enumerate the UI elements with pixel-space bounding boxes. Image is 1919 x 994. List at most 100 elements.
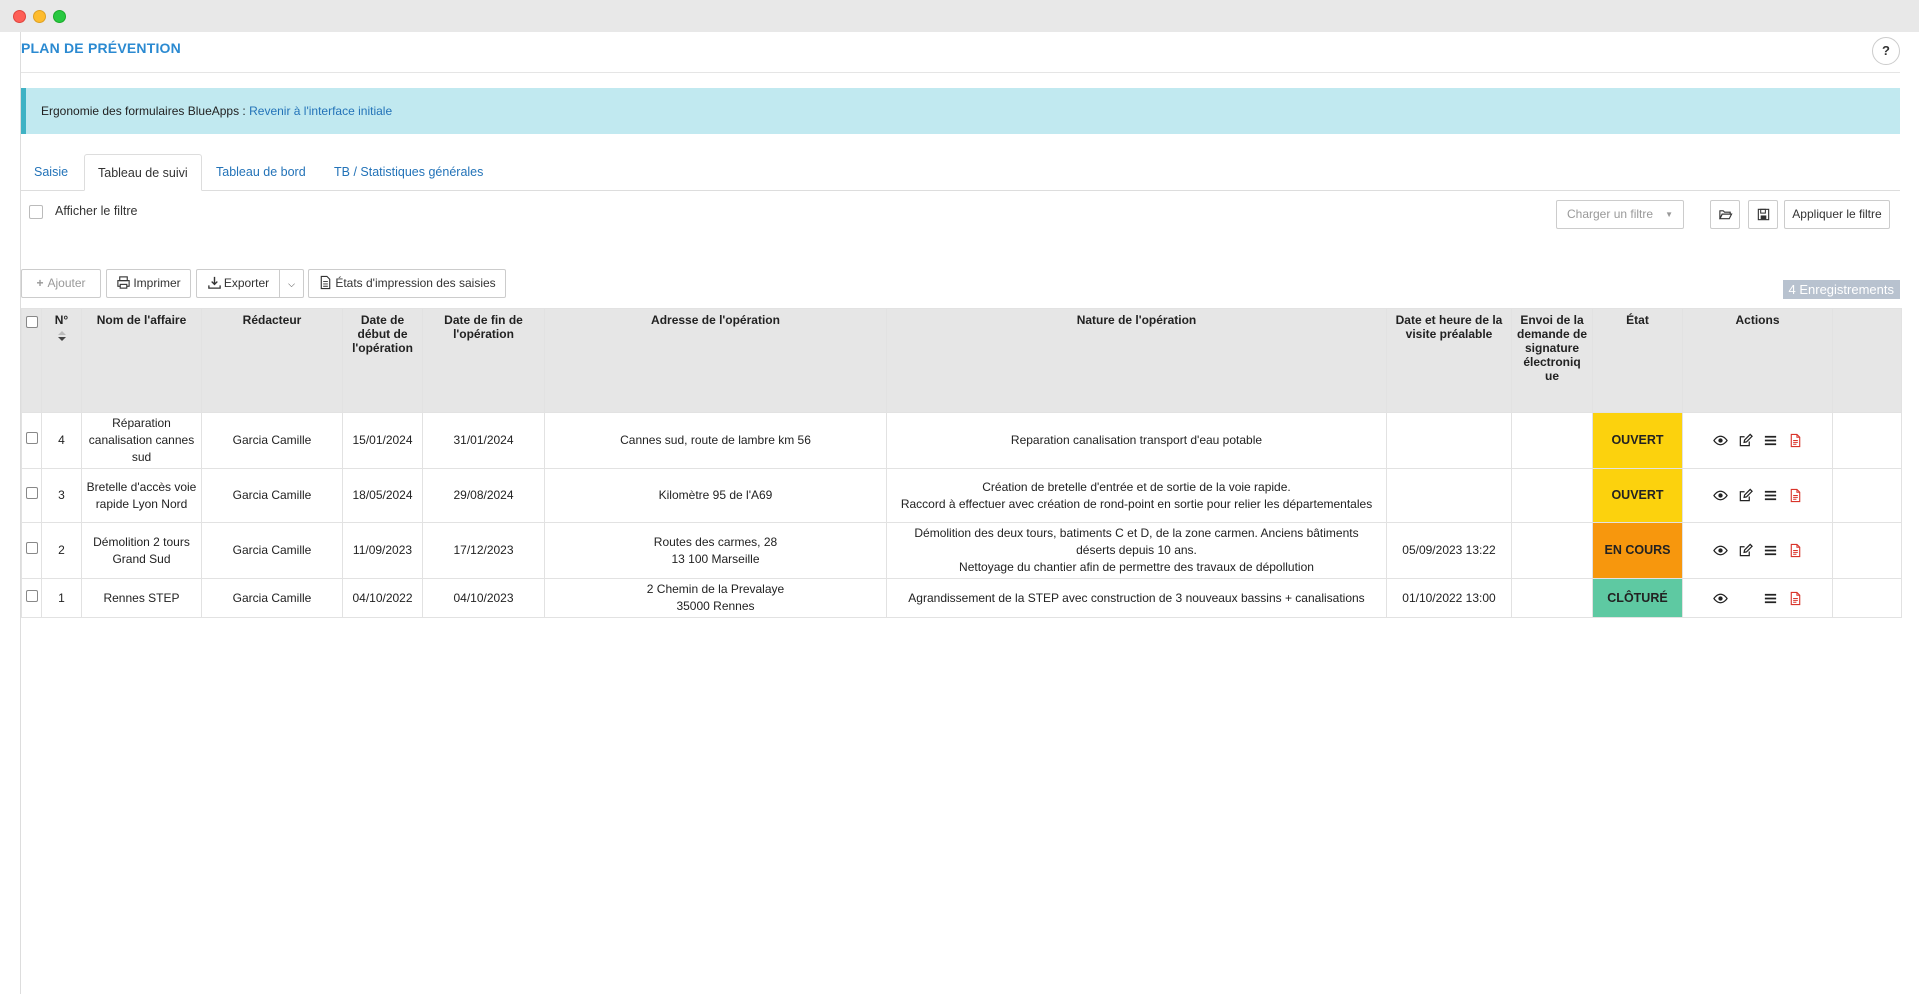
maximize-window-button[interactable]: [53, 10, 66, 23]
cell-start-date: 15/01/2024: [342, 412, 423, 469]
column-header-address[interactable]: Adresse de l'opération: [544, 308, 887, 413]
chevron-down-icon: ⌵: [288, 279, 295, 289]
pdf-icon[interactable]: [1788, 543, 1803, 558]
list-icon[interactable]: [1763, 433, 1778, 448]
nature-line: Démolition des deux tours, batiments C e…: [914, 526, 1359, 557]
sort-icon[interactable]: [57, 329, 67, 343]
eye-icon[interactable]: [1712, 433, 1728, 448]
table-row[interactable]: 3 Bretelle d'accès voie rapide Lyon Nord G…: [21, 468, 1902, 523]
tab-tableau-de-bord[interactable]: Tableau de bord: [203, 154, 319, 191]
cell-author: Garcia Camille: [201, 578, 343, 618]
cell-start-date: 11/09/2023: [342, 522, 423, 579]
tab-saisie[interactable]: Saisie: [21, 154, 81, 191]
cell-num: 3: [41, 468, 82, 523]
table-header-row: N° Nom de l'affaire Rédacteur Date de dé…: [21, 308, 1902, 413]
cell-nature: Agrandissement de la STEP avec construct…: [886, 578, 1387, 618]
tab-tableau-de-suivi[interactable]: Tableau de suivi: [84, 154, 202, 191]
cell-start-date: 04/10/2022: [342, 578, 423, 618]
print-states-label: États d'impression des saisies: [335, 276, 496, 290]
edit-icon[interactable]: [1738, 488, 1753, 503]
column-header-signature[interactable]: Envoi de la demande de signature électro…: [1511, 308, 1593, 413]
column-header-author[interactable]: Rédacteur: [201, 308, 343, 413]
tab-statistiques-generales[interactable]: TB / Statistiques générales: [321, 154, 496, 191]
printer-icon: [116, 275, 131, 290]
column-header-end-date[interactable]: Date de fin de l'opération: [422, 308, 545, 413]
pdf-icon[interactable]: [1788, 591, 1803, 606]
column-header-actions: Actions: [1682, 308, 1833, 413]
tab-bar: Saisie Tableau de suivi Tableau de bord …: [21, 154, 1900, 191]
list-icon[interactable]: [1763, 488, 1778, 503]
table-row[interactable]: 4 Réparation canalisation cannes sud Garci…: [21, 412, 1902, 469]
cell-end-date: 17/12/2023: [422, 522, 545, 579]
row-select-cell: [21, 412, 42, 469]
address-line: 2 Chemin de la Prevalaye: [646, 582, 785, 596]
cell-visit: [1386, 468, 1512, 523]
save-filter-button[interactable]: [1748, 200, 1778, 229]
cell-nature: Démolition des deux tours, batiments C e…: [886, 522, 1387, 579]
add-button[interactable]: + Ajouter: [21, 269, 101, 298]
nature-line: Nettoyage du chantier afin de permettre …: [959, 560, 1314, 574]
row-checkbox[interactable]: [26, 432, 38, 444]
help-button[interactable]: ?: [1872, 37, 1900, 65]
row-select-cell: [21, 522, 42, 579]
edit-icon[interactable]: [1738, 543, 1753, 558]
eye-icon[interactable]: [1712, 591, 1728, 606]
cell-author: Garcia Camille: [201, 468, 343, 523]
open-filter-button[interactable]: [1710, 200, 1740, 229]
show-filter-checkbox[interactable]: [29, 205, 43, 219]
row-checkbox[interactable]: [26, 542, 38, 554]
export-button[interactable]: Exporter: [196, 269, 280, 298]
print-button-label: Imprimer: [133, 276, 181, 290]
cell-filler: [1832, 468, 1902, 523]
address-line: Routes des carmes, 28: [653, 534, 778, 549]
cell-signature: [1511, 522, 1593, 579]
cell-num: 4: [41, 412, 82, 469]
cell-nature: Création de bretelle d'entrée et de sort…: [886, 468, 1387, 523]
nature-line: Agrandissement de la STEP avec construct…: [908, 590, 1365, 605]
cell-end-date: 31/01/2024: [422, 412, 545, 469]
column-header-num[interactable]: N°: [41, 308, 82, 413]
cell-signature: [1511, 412, 1593, 469]
column-header-state[interactable]: État: [1592, 308, 1683, 413]
print-button[interactable]: Imprimer: [106, 269, 191, 298]
select-all-checkbox[interactable]: [25, 316, 38, 328]
column-header-name[interactable]: Nom de l'affaire: [81, 308, 202, 413]
export-dropdown-toggle[interactable]: ⌵: [279, 269, 304, 298]
column-header-start-date[interactable]: Date de début de l'opération: [342, 308, 423, 413]
cell-author: Garcia Camille: [201, 522, 343, 579]
list-icon[interactable]: [1763, 591, 1778, 606]
minimize-window-button[interactable]: [33, 10, 46, 23]
load-filter-select[interactable]: Charger un filtre ▼: [1556, 200, 1684, 229]
app-window: PLAN DE PRÉVENTION ? Ergonomie des formu…: [0, 0, 1919, 994]
row-checkbox[interactable]: [26, 589, 38, 602]
print-states-button[interactable]: États d'impression des saisies: [308, 269, 506, 298]
chevron-down-icon: ▼: [1665, 210, 1673, 219]
cell-name: Rennes STEP: [81, 578, 202, 618]
list-icon[interactable]: [1763, 543, 1778, 558]
column-header-visit[interactable]: Date et heure de la visite préalable: [1386, 308, 1512, 413]
window-titlebar: [0, 0, 1919, 32]
save-icon: [1756, 207, 1771, 222]
table-row[interactable]: 2 Démolition 2 tours Grand Sud Garcia Cami…: [21, 522, 1902, 579]
column-header-nature[interactable]: Nature de l'opération: [886, 308, 1387, 413]
address-line: Kilomètre 95 de l'A69: [658, 488, 773, 502]
eye-icon[interactable]: [1712, 488, 1728, 503]
cell-author: Garcia Camille: [201, 412, 343, 469]
row-select-cell: [21, 468, 42, 523]
edit-icon[interactable]: [1738, 433, 1753, 448]
table-row[interactable]: 1 Rennes STEP Garcia Camille 04/10/2022 04/1…: [21, 578, 1902, 618]
revert-interface-link[interactable]: Revenir à l'interface initiale: [249, 104, 392, 118]
row-checkbox[interactable]: [26, 487, 38, 499]
cell-address: Cannes sud, route de lambre km 56: [544, 412, 887, 469]
apply-filter-button[interactable]: Appliquer le filtre: [1784, 200, 1890, 229]
info-banner: Ergonomie des formulaires BlueApps : Rev…: [21, 88, 1900, 134]
pdf-icon[interactable]: [1788, 488, 1803, 503]
cell-name: Bretelle d'accès voie rapide Lyon Nord: [81, 468, 202, 523]
cell-visit: 01/10/2022 13:00: [1386, 578, 1512, 618]
nature-line: Création de bretelle d'entrée et de sort…: [982, 479, 1291, 494]
filter-row: Afficher le filtre Charger un filtre ▼ A…: [21, 200, 1900, 234]
eye-icon[interactable]: [1712, 543, 1728, 558]
close-window-button[interactable]: [13, 10, 26, 23]
pdf-icon[interactable]: [1788, 433, 1803, 448]
cell-name: Réparation canalisation cannes sud: [81, 412, 202, 469]
